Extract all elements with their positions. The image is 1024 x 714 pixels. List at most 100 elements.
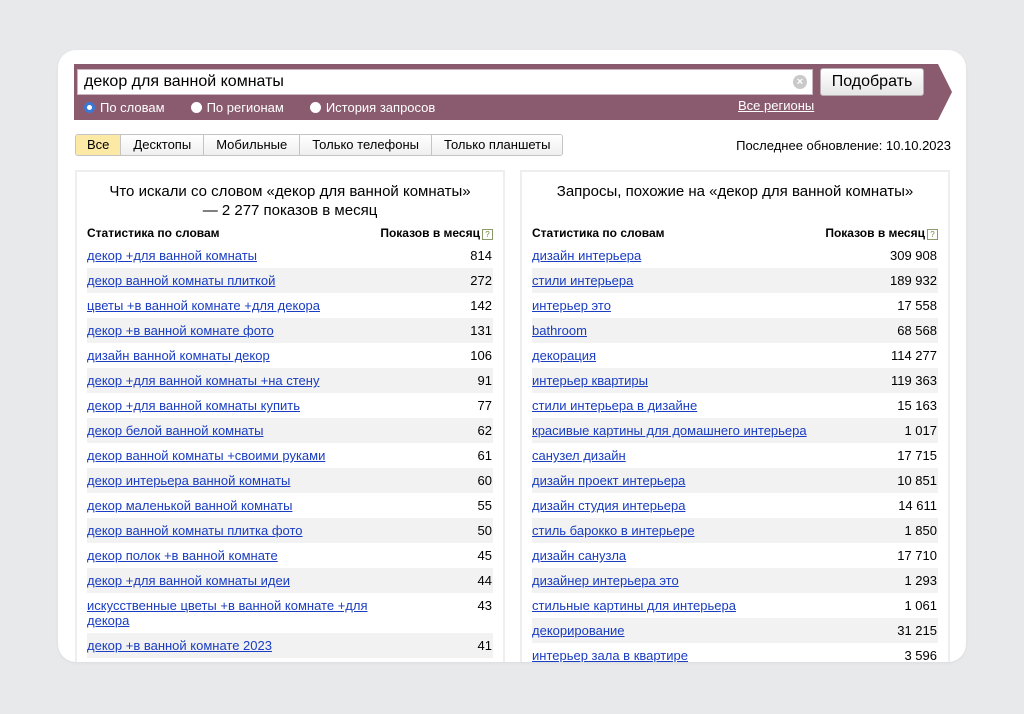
table-row: декор ванной комнаты +своими руками 61 [87, 443, 493, 468]
tab-desktops[interactable]: Десктопы [120, 135, 204, 155]
column-query-label: Статистика по словам [87, 226, 220, 240]
impressions-count: 14 611 [898, 498, 937, 513]
query-link[interactable]: дизайн ванной комнаты декор [87, 348, 387, 363]
impressions-count: 61 [477, 448, 492, 463]
query-link[interactable]: bathroom [532, 323, 832, 338]
query-link[interactable]: интерьер зала в квартире [532, 648, 832, 662]
radio-label: По словам [100, 99, 165, 115]
tab-all[interactable]: Все [76, 135, 121, 155]
query-link[interactable]: стильные картины для интерьера [532, 598, 832, 613]
table-row: декор +в ванной комнате 2023 41 [87, 633, 493, 658]
query-link[interactable]: декор ванной комнаты плитка фото [87, 523, 387, 538]
query-link[interactable]: красивые картины для домашнего интерьера [532, 423, 832, 438]
tab-tablets-only[interactable]: Только планшеты [431, 135, 563, 155]
submit-button[interactable]: Подобрать [820, 68, 924, 96]
query-link[interactable]: декор интерьера ванной комнаты [87, 473, 387, 488]
table-row: цветы +в ванной комнате +для декора 142 [87, 293, 493, 318]
query-link[interactable]: стили интерьера в дизайне [532, 398, 832, 413]
query-link[interactable]: декор белой ванной комнаты [87, 423, 387, 438]
impressions-count: 189 932 [890, 273, 937, 288]
query-link[interactable]: цветы +в ванной комнате +для декора [87, 298, 387, 313]
table-row: интерьер квартиры 119 363 [532, 368, 938, 393]
query-link[interactable]: декор +для ванной комнаты идеи [87, 573, 387, 588]
impressions-count: 1 061 [904, 598, 937, 613]
column-count-label: Показов в месяц [380, 226, 480, 240]
table-row: декор +в ванной комнате фото 131 [87, 318, 493, 343]
radio-dot [309, 101, 321, 113]
table-row: санузел дизайн 17 715 [532, 443, 938, 468]
table-row: дизайн санузла 17 710 [532, 543, 938, 568]
column-count-label: Показов в месяц [825, 226, 925, 240]
radio-query-history[interactable]: История запросов [309, 99, 435, 115]
query-link[interactable]: стили интерьера [532, 273, 832, 288]
clear-icon[interactable]: × [793, 75, 807, 89]
query-link[interactable]: декорация [532, 348, 832, 363]
impressions-count: 17 710 [897, 548, 937, 563]
table-row: декор +для ванной комнаты идеи 44 [87, 568, 493, 593]
search-band-arrow [938, 64, 952, 120]
query-link[interactable]: декор +для ванной комнаты [87, 248, 387, 263]
query-link[interactable]: интерьер квартиры [532, 373, 832, 388]
left-column-header: Статистика по словам Показов в месяц? [87, 226, 493, 242]
impressions-count: 814 [470, 248, 492, 263]
help-icon[interactable]: ? [482, 229, 493, 240]
query-link[interactable]: декорирование [532, 623, 832, 638]
search-input[interactable] [77, 69, 813, 95]
query-link[interactable]: декор +для ванной комнаты купить [87, 398, 387, 413]
left-panel-title: Что искали со словом «декор для ванной к… [109, 183, 471, 219]
right-rows: дизайн интерьера 309 908 стили интерьера 18… [532, 243, 938, 662]
query-link[interactable]: дизайн санузла [532, 548, 832, 563]
impressions-count: 1 293 [904, 573, 937, 588]
radio-by-regions[interactable]: По регионам [190, 99, 284, 115]
impressions-count: 17 558 [897, 298, 937, 313]
last-update: Последнее обновление: 10.10.2023 [736, 138, 951, 153]
impressions-count: 43 [477, 598, 492, 613]
impressions-count: 142 [470, 298, 492, 313]
query-link[interactable]: декор ванной комнаты +своими руками [87, 448, 387, 463]
query-link[interactable]: дизайн студия интерьера [532, 498, 832, 513]
table-row: bathroom 68 568 [532, 318, 938, 343]
impressions-count: 1 017 [904, 423, 937, 438]
query-link[interactable]: декор маленькой ванной комнаты [87, 498, 387, 513]
query-link[interactable]: дизайн проект интерьера [532, 473, 832, 488]
table-row: декор интерьера ванной комнаты 60 [87, 468, 493, 493]
radio-dot [84, 101, 95, 113]
tab-phones-only[interactable]: Только телефоны [299, 135, 432, 155]
impressions-count: 31 215 [897, 623, 937, 638]
table-row: дизайн интерьера 309 908 [532, 243, 938, 268]
table-row: красивые картины для домашнего интерьера… [532, 418, 938, 443]
query-link[interactable]: декор полок +в ванной комнате [87, 548, 387, 563]
column-query-label: Статистика по словам [532, 226, 665, 240]
impressions-count: 41 [477, 638, 492, 653]
query-link[interactable]: интерьер это [532, 298, 832, 313]
query-link[interactable]: декор +в ванной комнате фото [87, 323, 387, 338]
column-count-header: Показов в месяц? [380, 226, 493, 240]
impressions-count: 62 [477, 423, 492, 438]
tab-mobile[interactable]: Мобильные [203, 135, 300, 155]
query-link[interactable]: санузел дизайн [532, 448, 832, 463]
query-link[interactable]: стиль барокко в интерьере [532, 523, 832, 538]
table-row: дизайн ванной комнаты декор 106 [87, 343, 493, 368]
impressions-count: 131 [470, 323, 492, 338]
all-regions-link[interactable]: Все регионы [738, 98, 814, 113]
table-row: интерьер это 17 558 [532, 293, 938, 318]
right-column-header: Статистика по словам Показов в месяц? [532, 226, 938, 242]
table-row: стиль барокко в интерьере 1 850 [532, 518, 938, 543]
table-row: стили интерьера в дизайне 15 163 [532, 393, 938, 418]
query-link[interactable]: искусственные цветы +в ванной комнате +д… [87, 598, 387, 628]
impressions-count: 17 715 [897, 448, 937, 463]
left-panel: Что искали со словом «декор для ванной к… [75, 170, 505, 662]
query-link[interactable]: дизайнер интерьера это [532, 573, 832, 588]
query-link[interactable]: декор +для ванной комнаты +на стену [87, 373, 387, 388]
radio-by-words[interactable]: По словам [84, 99, 165, 115]
query-link[interactable]: декор +в ванной комнате 2023 [87, 638, 387, 653]
table-row: декор маленькой ванной комнаты 55 [87, 493, 493, 518]
impressions-count: 91 [477, 373, 492, 388]
right-panel: Запросы, похожие на «декор для ванной ко… [520, 170, 950, 662]
table-row: дизайн студия интерьера 14 611 [532, 493, 938, 518]
query-link[interactable]: дизайн интерьера [532, 248, 832, 263]
query-link[interactable]: декор ванной комнаты плиткой [87, 273, 387, 288]
help-icon[interactable]: ? [927, 229, 938, 240]
impressions-count: 45 [477, 548, 492, 563]
table-row: декор +для ванной комнаты 814 [87, 243, 493, 268]
